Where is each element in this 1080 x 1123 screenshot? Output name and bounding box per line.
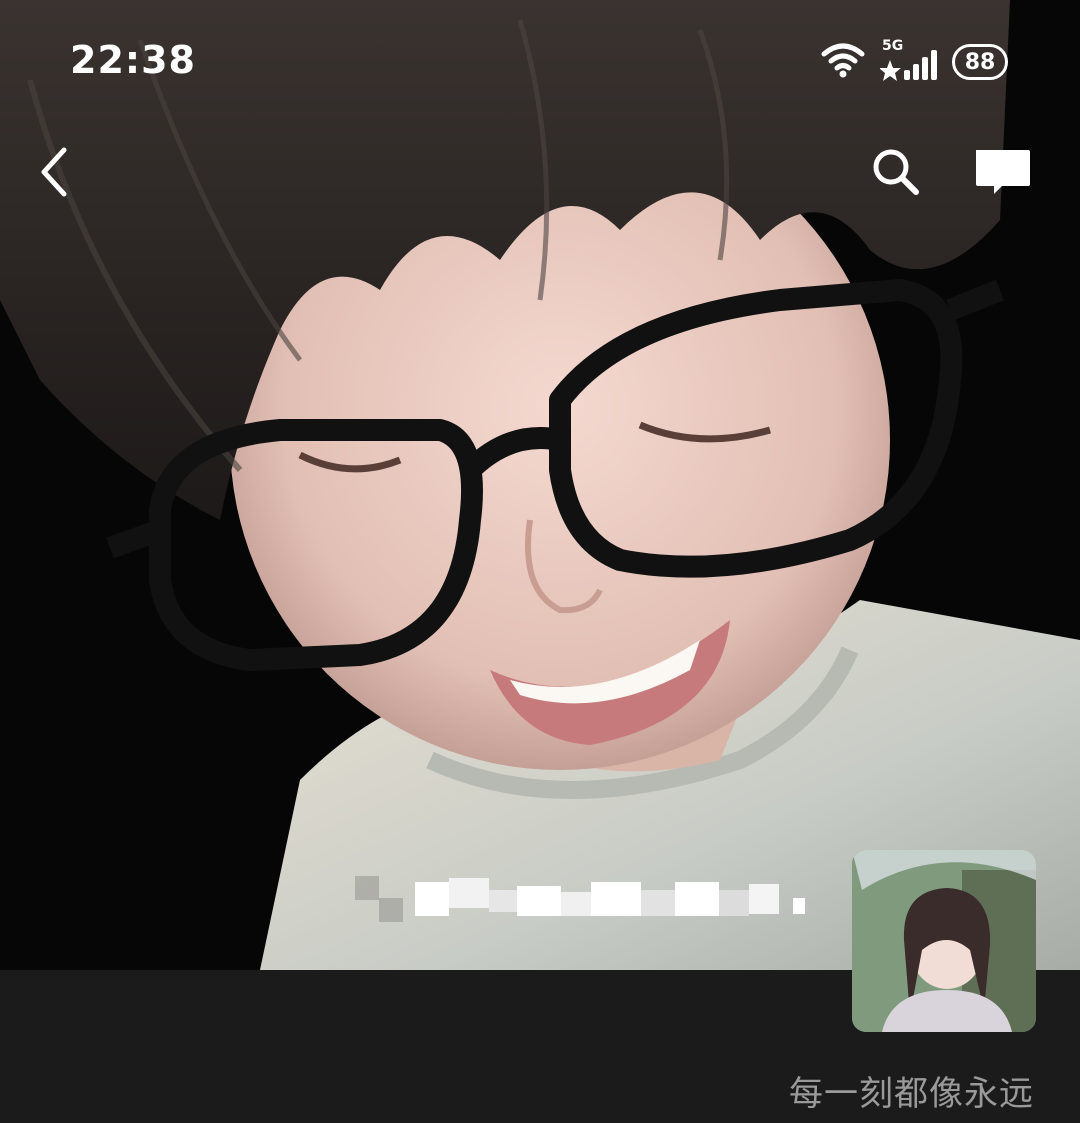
back-button[interactable] [22, 142, 86, 206]
signal-icon: 5G [880, 38, 938, 82]
wifi-icon [820, 42, 866, 82]
status-icons: 5G 88 [820, 38, 1008, 84]
battery-indicator: 88 [952, 44, 1008, 80]
profile-signature: 每一刻都像永远 [789, 1074, 1034, 1114]
search-icon [870, 146, 922, 202]
message-button[interactable] [970, 142, 1034, 206]
message-icon [972, 146, 1032, 202]
blurred-caption [355, 868, 825, 930]
avatar[interactable] [852, 850, 1036, 1032]
search-button[interactable] [864, 142, 928, 206]
status-time: 22:38 [70, 38, 196, 82]
profile-screen: 22:38 5G 88 每一刻都像永远 [0, 0, 1080, 1123]
chevron-left-icon [34, 144, 74, 204]
